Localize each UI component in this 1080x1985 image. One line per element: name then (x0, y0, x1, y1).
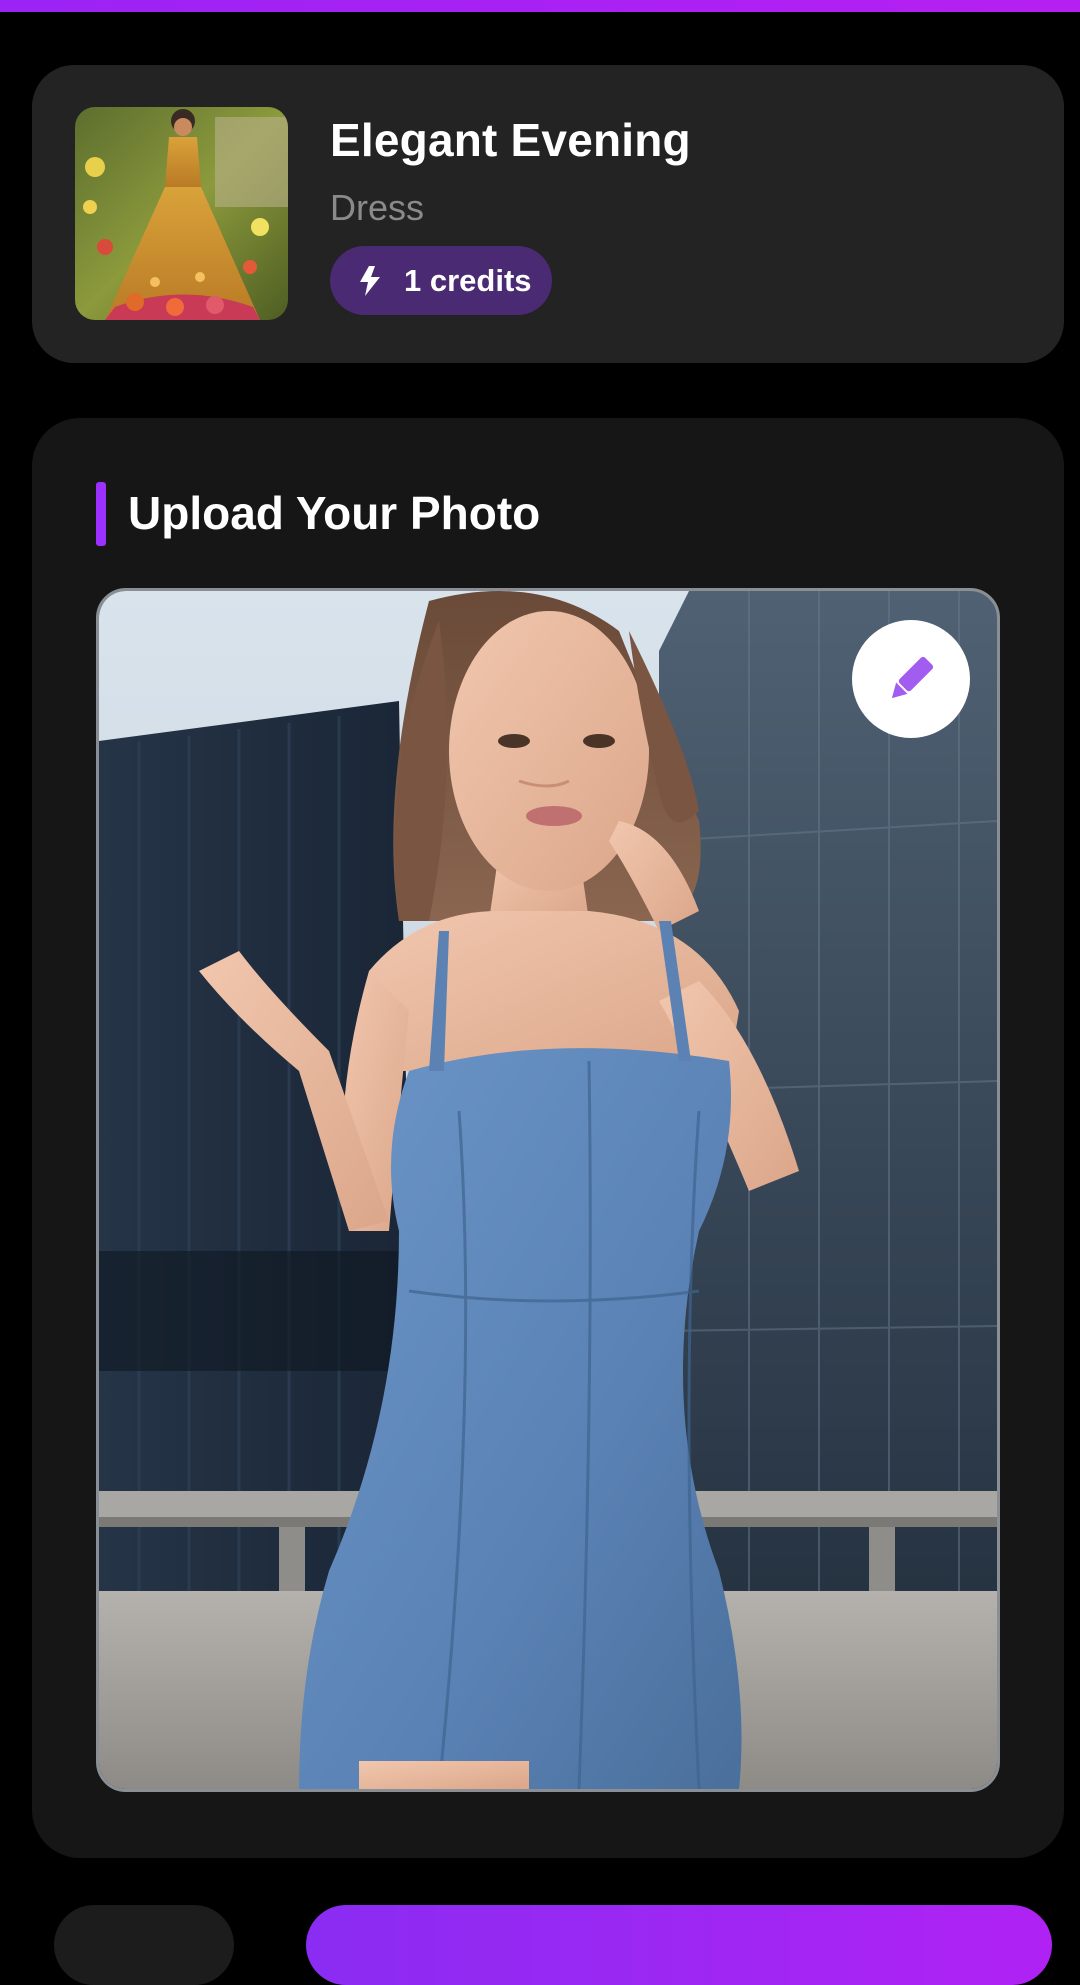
section-accent-bar (96, 482, 106, 546)
pencil-icon (891, 656, 934, 699)
uploaded-photo[interactable] (96, 588, 1000, 1792)
style-title: Elegant Evening (330, 114, 691, 166)
selected-style-card[interactable]: Elegant Evening Dress 1 credits (32, 65, 1064, 363)
style-category: Dress (330, 187, 425, 228)
upload-section-title: Upload Your Photo (128, 487, 541, 539)
credits-label: 1 credits (404, 262, 532, 298)
style-thumbnail (75, 107, 288, 320)
credits-badge: 1 credits (330, 246, 552, 315)
lightning-bolt-icon (360, 265, 380, 296)
primary-action-button[interactable] (306, 1905, 1052, 1985)
edit-photo-button[interactable] (852, 620, 970, 738)
secondary-action-button[interactable] (54, 1905, 234, 1985)
top-accent-bar (0, 0, 1080, 12)
upload-photo-card: Upload Your Photo (32, 418, 1064, 1858)
